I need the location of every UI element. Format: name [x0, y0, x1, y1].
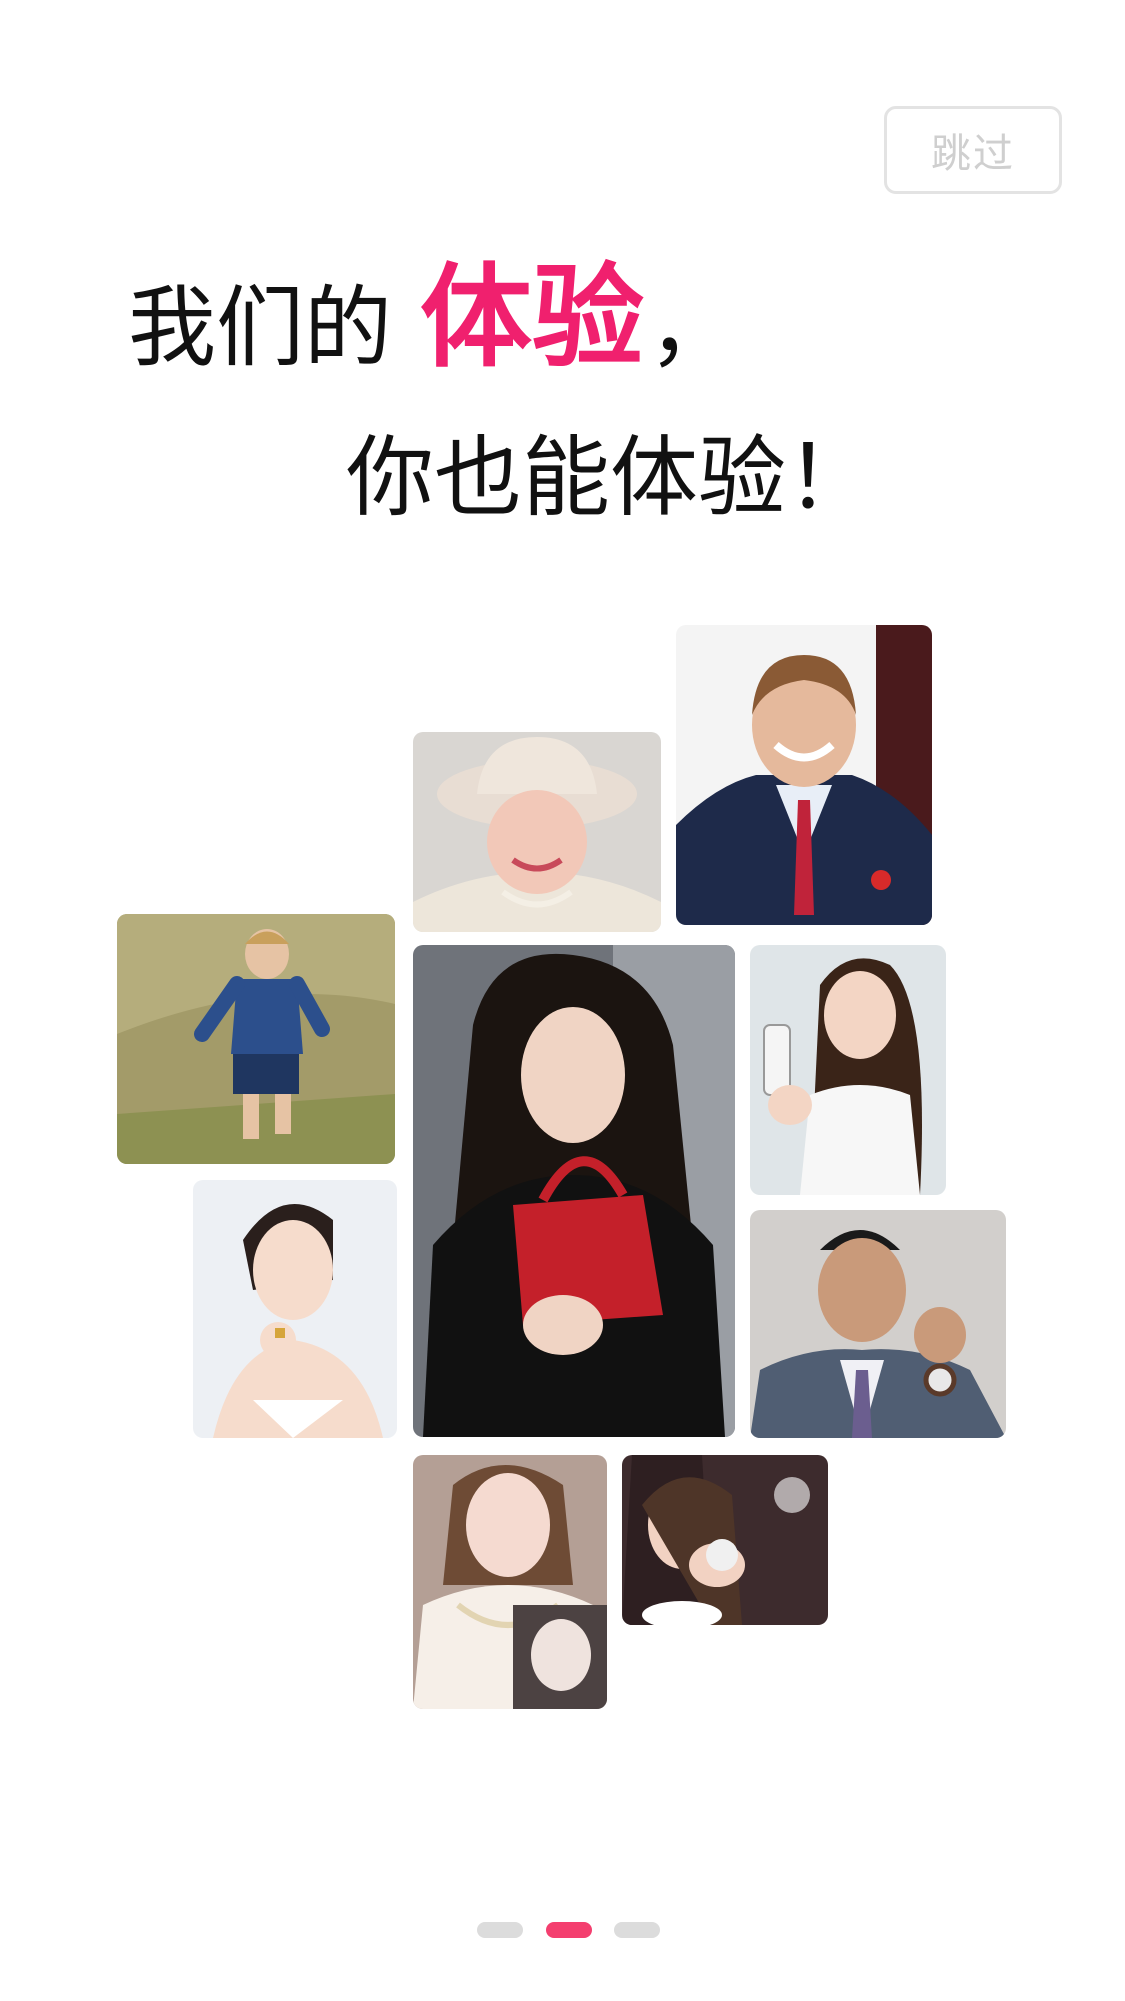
photo-queen — [413, 732, 661, 932]
page-indicator — [0, 1922, 1125, 1940]
page-dot-2-active[interactable] — [546, 1922, 592, 1938]
headline-accent: 体验 — [420, 252, 644, 383]
photo-woman-red-bag — [413, 945, 735, 1437]
page-dot-1[interactable] — [477, 1922, 523, 1938]
photo-woman-compact — [622, 1455, 828, 1625]
headline-prefix: 我们的 — [128, 276, 393, 379]
photo-man-watch — [750, 1210, 1006, 1438]
photo-woman-phone — [750, 945, 946, 1195]
page-dot-3[interactable] — [614, 1922, 660, 1938]
photo-boy-grass — [117, 914, 395, 1164]
headline-comma: ， — [648, 276, 737, 379]
photo-woman-ring — [193, 1180, 397, 1438]
photo-woman-pearls — [413, 1455, 607, 1709]
photo-man-red-tie — [676, 625, 932, 925]
headline-subtitle: 你也能体验！ — [346, 426, 875, 529]
skip-button[interactable]: 跳过 — [884, 106, 1062, 194]
